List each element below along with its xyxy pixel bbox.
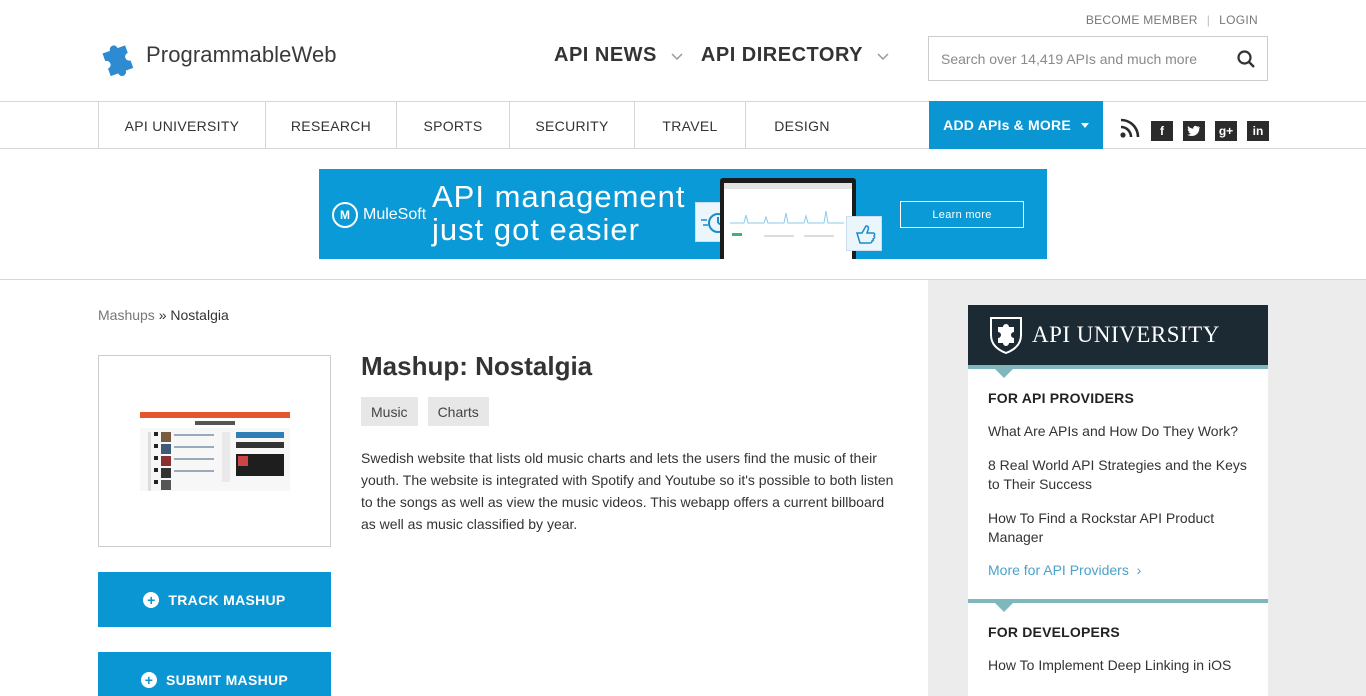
ad-banner-area: M MuleSoft API management just got easie… [0, 149, 1366, 280]
search-icon [1237, 49, 1255, 68]
learn-more-button[interactable]: Learn more [900, 201, 1024, 228]
category-travel[interactable]: TRAVEL [635, 102, 746, 149]
providers-link-2[interactable]: 8 Real World API Strategies and the Keys… [968, 456, 1268, 494]
laptop-illustration [720, 178, 856, 259]
providers-link-3[interactable]: How To Find a Rockstar API Product Manag… [968, 509, 1268, 547]
track-mashup-label: TRACK MASHUP [168, 591, 286, 608]
divider-notch [995, 603, 1013, 612]
site-logo[interactable]: ProgrammableWeb [98, 34, 337, 76]
chevron-down-icon [671, 52, 683, 60]
track-mashup-button[interactable]: + TRACK MASHUP [98, 572, 331, 627]
chevron-right-icon: › [1132, 562, 1142, 578]
ad-headline: API management just got easier [432, 180, 686, 246]
page-content: Mashups » Nostalgia Mashup: Nostalgia Mu… [0, 280, 1366, 696]
mashup-title: Mashup: Nostalgia [361, 351, 593, 381]
providers-link-1[interactable]: What Are APIs and How Do They Work? [968, 422, 1268, 441]
linkedin-icon[interactable]: in [1247, 120, 1269, 141]
main-nav: API NEWS API DIRECTORY [554, 44, 889, 67]
login-link[interactable]: LOGIN [1219, 13, 1258, 27]
developers-heading: FOR DEVELOPERS [988, 624, 1120, 640]
thumbs-up-card-icon [846, 216, 882, 251]
api-university-title: API UNIVERSITY [1032, 322, 1220, 347]
category-list: API UNIVERSITY RESEARCH SPORTS SECURITY … [98, 102, 858, 149]
plus-circle-icon: + [140, 671, 157, 688]
category-nav: API UNIVERSITY RESEARCH SPORTS SECURITY … [0, 101, 1366, 149]
more-for-providers-label: More for API Providers [988, 562, 1129, 578]
mashup-thumbnail[interactable] [98, 355, 331, 547]
tag-music[interactable]: Music [361, 397, 418, 426]
mashup-tags: Music Charts [361, 397, 489, 426]
search-input[interactable] [929, 37, 1225, 80]
breadcrumb-mashups[interactable]: Mashups [98, 307, 155, 323]
chevron-down-icon [877, 52, 889, 60]
mulesoft-brand: MuleSoft [363, 206, 427, 223]
divider-notch [995, 369, 1013, 378]
logo-text: ProgrammableWeb [146, 42, 337, 67]
category-api-university[interactable]: API UNIVERSITY [99, 102, 266, 149]
nav-api-directory-label: API DIRECTORY [700, 44, 863, 66]
ad-headline-line1: API management [432, 179, 686, 214]
submit-mashup-label: SUBMIT MASHUP [165, 671, 289, 688]
puzzle-logo-icon [102, 45, 134, 76]
google-plus-icon[interactable]: g+ [1215, 120, 1237, 141]
tag-charts[interactable]: Charts [427, 397, 489, 426]
mulesoft-ad[interactable]: M MuleSoft API management just got easie… [319, 169, 1047, 259]
ad-headline-line2: just got easier [432, 212, 640, 247]
caret-down-icon [1080, 122, 1089, 128]
site-header: ProgrammableWeb BECOME MEMBER | LOGIN AP… [0, 0, 1366, 102]
nav-api-news[interactable]: API NEWS [554, 44, 683, 67]
category-security[interactable]: SECURITY [510, 102, 635, 149]
mulesoft-logo: M MuleSoft [332, 202, 426, 228]
rss-icon[interactable] [1119, 117, 1141, 144]
add-apis-button[interactable]: ADD APIs & MORE [929, 101, 1103, 149]
providers-heading: FOR API PROVIDERS [988, 390, 1135, 406]
mashup-screenshot-image [140, 412, 290, 492]
mashup-description: Swedish website that lists old music cha… [361, 450, 894, 532]
dashboard-illustration [724, 183, 852, 259]
section-divider [968, 599, 1268, 612]
more-for-providers-link[interactable]: More for API Providers › [968, 562, 1268, 578]
developers-link-1[interactable]: How To Implement Deep Linking in iOS [968, 656, 1268, 675]
social-links: f g+ in [1119, 117, 1269, 144]
category-research[interactable]: RESEARCH [266, 102, 397, 149]
search-button[interactable] [1225, 37, 1267, 80]
plus-circle-icon: + [143, 591, 160, 608]
twitter-icon[interactable] [1183, 120, 1205, 141]
submit-mashup-button[interactable]: + SUBMIT MASHUP [98, 652, 331, 696]
category-sports[interactable]: SPORTS [397, 102, 510, 149]
breadcrumb-current: Nostalgia [170, 307, 229, 323]
section-divider [968, 365, 1268, 378]
mulesoft-mark-icon: M [332, 202, 358, 228]
breadcrumb: Mashups » Nostalgia [98, 307, 229, 323]
nav-api-news-label: API NEWS [554, 44, 657, 66]
become-member-link[interactable]: BECOME MEMBER [1086, 13, 1198, 27]
category-design[interactable]: DESIGN [746, 102, 858, 149]
api-university-box: API UNIVERSITY FOR API PROVIDERS What Ar… [968, 305, 1268, 696]
puzzle-shield-icon [990, 317, 1022, 355]
add-apis-label: ADD APIs & MORE [943, 117, 1071, 133]
divider: | [1206, 13, 1211, 27]
account-links: BECOME MEMBER | LOGIN [1086, 13, 1258, 27]
nav-api-directory[interactable]: API DIRECTORY [701, 44, 889, 67]
breadcrumb-separator: » [158, 307, 167, 323]
search-box [928, 36, 1268, 81]
api-university-header[interactable]: API UNIVERSITY [968, 305, 1268, 365]
facebook-icon[interactable]: f [1151, 120, 1173, 141]
